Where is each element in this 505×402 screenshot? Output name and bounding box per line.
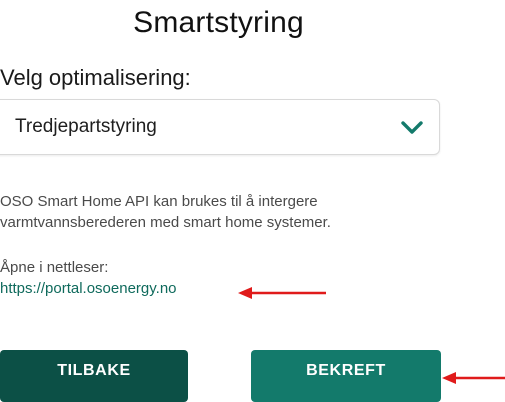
chevron-down-icon [401,121,423,134]
optimization-selected-value: Tredjepartstyring [15,116,157,137]
page-title: Smartstyring [133,6,304,39]
optimization-label: Velg optimalisering: [0,65,191,90]
annotation-arrow-link [238,287,326,299]
portal-link[interactable]: https://portal.osoenergy.no [0,280,177,297]
open-in-browser-label: Åpne i nettleser: [0,259,109,276]
back-button[interactable]: TILBAKE [0,350,188,402]
annotation-arrow-confirm [442,372,505,384]
optimization-select[interactable]: Tredjepartstyring [0,99,440,155]
api-description: OSO Smart Home API kan brukes til å inte… [0,193,331,231]
confirm-button[interactable]: BEKREFT [251,350,441,402]
